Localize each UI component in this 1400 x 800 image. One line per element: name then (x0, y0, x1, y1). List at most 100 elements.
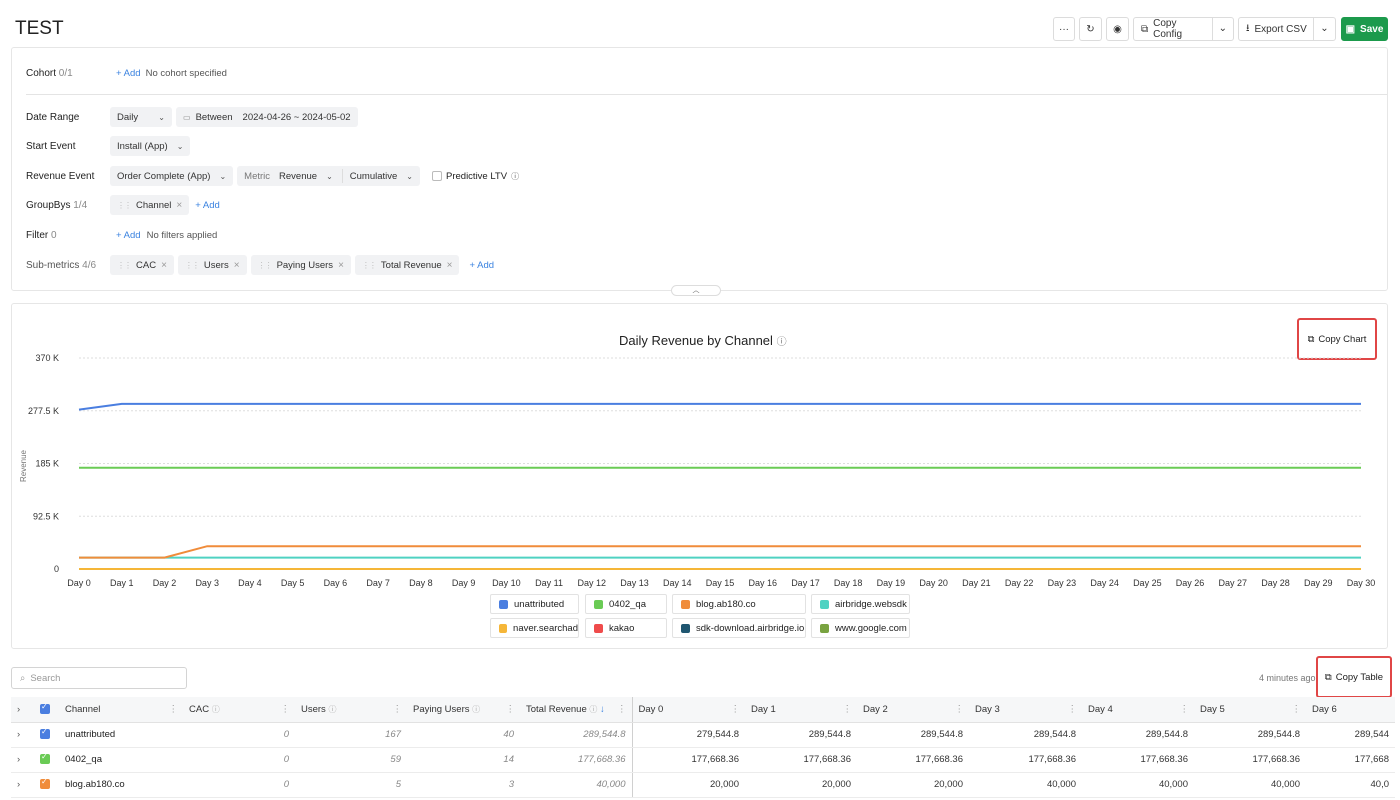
column-menu-icon[interactable]: ⋮ (281, 704, 291, 715)
copy-table-button[interactable]: ⧉ Copy Table (1316, 656, 1392, 698)
column-header-day-2[interactable]: Day 2 ⋮ (857, 697, 969, 723)
copy-config-label: Copy Config (1153, 18, 1183, 40)
predictive-ltv-toggle[interactable]: Predictive LTV ⓘ (432, 171, 519, 182)
legend-item[interactable]: kakao (585, 618, 667, 638)
column-header-cac[interactable]: CAC ⓘ ⋮ (183, 697, 295, 723)
info-icon: ⓘ (211, 704, 220, 714)
remove-icon[interactable]: × (338, 260, 344, 271)
table-row[interactable]: ›0402_qa05914177,668.36177,668.36177,668… (11, 747, 1395, 773)
table-row[interactable]: ›blog.ab180.co05340,00020,00020,00020,00… (11, 772, 1395, 798)
drag-handle-icon[interactable]: ⋮⋮ (362, 261, 377, 270)
collapse-panel-button[interactable]: ︿ (671, 285, 721, 296)
add-filter-button[interactable]: + Add (116, 230, 141, 241)
metric-select[interactable]: Metric Revenue ⌄ Cumulative ⌄ (237, 166, 420, 186)
remove-icon[interactable]: × (447, 260, 453, 271)
copy-config-button[interactable]: ⧉ Copy Config ⌄ (1133, 17, 1234, 41)
row-checkbox[interactable] (34, 747, 59, 773)
column-header-day-1[interactable]: Day 1 ⋮ (745, 697, 857, 723)
date-range-picker[interactable]: ▭ Between 2024-04-26 ~ 2024-05-02 (176, 107, 358, 127)
series-color-checkbox[interactable] (40, 777, 50, 790)
column-header-channel[interactable]: Channel ⋮ (59, 697, 183, 723)
expand-row-icon[interactable]: › (11, 747, 34, 773)
column-menu-icon[interactable]: ⋮ (617, 704, 627, 715)
column-menu-icon[interactable]: ⋮ (1292, 704, 1302, 715)
remove-icon[interactable]: × (161, 260, 167, 271)
column-menu-icon[interactable]: ⋮ (955, 704, 965, 715)
column-menu-icon[interactable]: ⋮ (506, 704, 516, 715)
remove-icon[interactable]: × (176, 200, 182, 211)
groupby-chip-channel[interactable]: ⋮⋮ Channel × (110, 195, 190, 215)
remove-icon[interactable]: × (234, 260, 240, 271)
legend-item[interactable]: www.google.com (811, 618, 910, 638)
add-cohort-button[interactable]: + Add (116, 68, 141, 79)
series-color-checkbox[interactable] (40, 727, 50, 740)
row-checkbox[interactable] (34, 722, 59, 748)
save-label: Save (1360, 23, 1384, 35)
table-cell: 289,544.8 (1194, 722, 1306, 748)
search-input[interactable]: ⌕ Search (11, 667, 187, 689)
expand-all-icon[interactable]: › (11, 697, 34, 723)
groupbys-row: GroupBys 1/4 ⋮⋮ Channel × + Add (26, 195, 228, 215)
column-menu-icon[interactable]: ⋮ (731, 704, 741, 715)
expand-row-icon[interactable]: › (11, 772, 34, 798)
legend-item[interactable]: 0402_qa (585, 594, 667, 614)
submetric-chip-paying-users[interactable]: ⋮⋮ Paying Users × (250, 255, 351, 275)
column-menu-icon[interactable]: ⋮ (843, 704, 853, 715)
table-cell: 40 (407, 722, 520, 748)
column-header-total-revenue[interactable]: Total Revenue ⓘ ↓ ⋮ (520, 697, 633, 723)
chevron-down-icon[interactable]: ⌄ (1211, 18, 1233, 40)
legend-item[interactable]: blog.ab180.co (672, 594, 806, 614)
refresh-button[interactable]: ↻ (1079, 17, 1102, 41)
granularity-select[interactable]: Daily ⌄ (110, 107, 172, 127)
column-header-users[interactable]: Users ⓘ ⋮ (295, 697, 407, 723)
series-color-checkbox[interactable] (40, 752, 50, 765)
column-menu-icon[interactable]: ⋮ (393, 704, 403, 715)
drag-handle-icon[interactable]: ⋮⋮ (185, 261, 200, 270)
table-row[interactable]: ›unattributed016740289,544.8279,544.8289… (11, 722, 1395, 748)
legend-item[interactable]: airbridge.websdk (811, 594, 910, 614)
expand-row-icon[interactable]: › (11, 722, 34, 748)
export-csv-button[interactable]: ⭳ Export CSV ⌄ (1238, 17, 1336, 41)
copy-icon: ⧉ (1324, 671, 1332, 683)
add-submetric-button[interactable]: + Add (469, 260, 494, 271)
more-button[interactable]: ··· (1053, 17, 1075, 41)
submetric-chip-cac[interactable]: ⋮⋮ CAC × (110, 255, 174, 275)
drag-handle-icon[interactable]: ⋮⋮ (117, 201, 132, 210)
header-label: Users (301, 703, 326, 715)
chevron-down-icon[interactable]: ⌄ (1313, 18, 1335, 40)
revenue-event-select[interactable]: Order Complete (App) ⌄ (110, 166, 234, 186)
groupbys-label: GroupBys (26, 199, 71, 211)
column-header-paying-users[interactable]: Paying Users ⓘ ⋮ (407, 697, 520, 723)
add-groupby-button[interactable]: + Add (195, 200, 220, 211)
column-menu-icon[interactable]: ⋮ (169, 704, 179, 715)
column-menu-icon[interactable]: ⋮ (1068, 704, 1078, 715)
drag-handle-icon[interactable]: ⋮⋮ (258, 261, 273, 270)
select-all-checkbox[interactable] (34, 697, 59, 723)
divider (26, 94, 1387, 95)
predictive-ltv-checkbox[interactable] (432, 171, 442, 181)
table-cell: 59 (295, 747, 407, 773)
row-checkbox[interactable] (34, 772, 59, 798)
legend-item[interactable]: unattributed (490, 594, 579, 614)
channel-cell: blog.ab180.co (59, 772, 183, 798)
metric-mode[interactable]: Cumulative (350, 171, 398, 182)
column-menu-icon[interactable]: ⋮ (1180, 704, 1190, 715)
column-header-day-5[interactable]: Day 5 ⋮ (1194, 697, 1306, 723)
submetric-chip-users[interactable]: ⋮⋮ Users × (177, 255, 247, 275)
info-icon: ⓘ (328, 704, 337, 714)
column-header-day-6[interactable]: Day 6 (1306, 697, 1395, 723)
column-header-day-4[interactable]: Day 4 ⋮ (1082, 697, 1194, 723)
submetric-chip-total-revenue[interactable]: ⋮⋮ Total Revenue × (354, 255, 460, 275)
drag-handle-icon[interactable]: ⋮⋮ (117, 261, 132, 270)
legend-item[interactable]: naver.searchad (490, 618, 579, 638)
column-header-day-0[interactable]: Day 0 ⋮ (632, 697, 745, 723)
sort-desc-icon[interactable]: ↓ (600, 704, 605, 715)
table-cell: 177,668.36 (1082, 747, 1194, 773)
start-event-select[interactable]: Install (App) ⌄ (110, 136, 191, 156)
column-header-day-3[interactable]: Day 3 ⋮ (969, 697, 1082, 723)
legend-item[interactable]: sdk-download.airbridge.io (672, 618, 806, 638)
table-cell: 177,668 (1306, 747, 1395, 773)
save-button[interactable]: ▣ Save (1341, 17, 1388, 41)
view-button[interactable]: ◉ (1106, 17, 1129, 41)
copy-chart-button[interactable]: ⧉ Copy Chart (1297, 318, 1377, 360)
